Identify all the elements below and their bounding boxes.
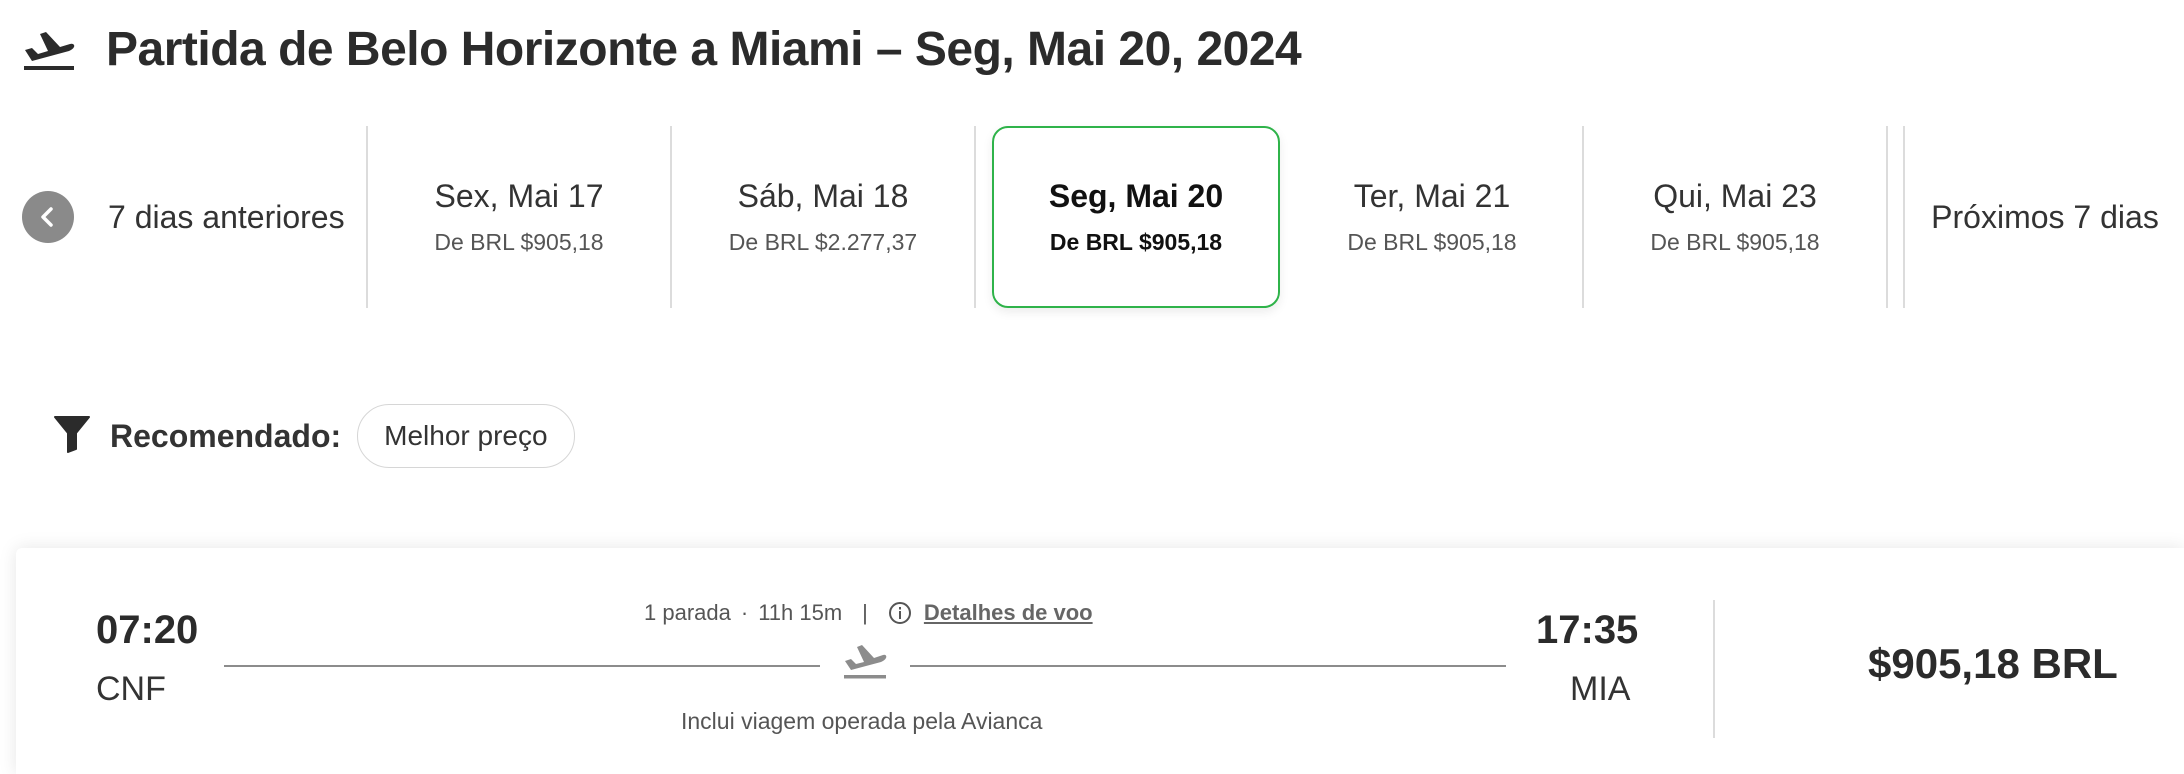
date-label: Qui, Mai 23 <box>1653 178 1817 214</box>
date-option-mai-23[interactable]: Qui, Mai 23 De BRL $905,18 <box>1584 126 1886 308</box>
date-option-mai-17[interactable]: Sex, Mai 17 De BRL $905,18 <box>368 126 670 308</box>
flight-duration: 11h 15m <box>758 600 843 625</box>
date-option-mai-18[interactable]: Sáb, Mai 18 De BRL $2.277,37 <box>672 126 974 308</box>
dot-separator: · <box>740 600 749 625</box>
date-selector: 7 dias anteriores Sex, Mai 17 De BRL $90… <box>0 126 2184 308</box>
date-label: Sáb, Mai 18 <box>737 178 909 214</box>
chevron-left-icon <box>22 191 74 243</box>
divider <box>1713 600 1715 738</box>
flight-result-card[interactable]: 07:20 CNF 1 parada · 11h 15m | Detalhes … <box>16 548 2184 774</box>
departure-time: 07:20 <box>96 608 199 652</box>
operated-by-note: Inclui viagem operada pela Avianca <box>681 708 1043 734</box>
date-price: De BRL $905,18 <box>1049 229 1223 255</box>
previous-7-days-label: 7 dias anteriores <box>108 198 345 235</box>
sort-best-price-chip[interactable]: Melhor preço <box>357 404 575 468</box>
flight-price: $905,18 BRL <box>1868 640 2118 687</box>
date-price: De BRL $2.277,37 <box>728 229 918 255</box>
flight-details-link[interactable]: Detalhes de voo <box>924 600 1093 626</box>
page-title: Partida de Belo Horizonte a Miami – Seg,… <box>106 22 1302 76</box>
date-label: Seg, Mai 20 <box>1048 178 1224 214</box>
stops-count: 1 parada <box>644 600 731 625</box>
arrival-time: 17:35 <box>1536 608 1639 652</box>
date-option-mai-21[interactable]: Ter, Mai 21 De BRL $905,18 <box>1282 126 1582 308</box>
airplane-departure-icon <box>842 640 888 680</box>
date-label: Ter, Mai 21 <box>1353 178 1511 214</box>
route-line-left <box>224 665 820 667</box>
departure-airport-code: CNF <box>96 670 166 708</box>
date-price: De BRL $905,18 <box>1347 229 1517 255</box>
date-label: Sex, Mai 17 <box>434 178 604 214</box>
divider <box>1903 126 1905 308</box>
sort-label: Recomendado: <box>110 417 342 454</box>
flight-summary: 1 parada · 11h 15m | Detalhes de voo <box>644 596 1093 630</box>
date-price: De BRL $905,18 <box>1650 229 1820 255</box>
divider <box>974 126 976 308</box>
next-7-days-button[interactable]: Próximos 7 dias <box>1906 126 2184 308</box>
date-price: De BRL $905,18 <box>434 229 604 255</box>
info-icon <box>888 600 914 626</box>
divider <box>1886 126 1888 308</box>
sort-filter: Recomendado: Melhor preço <box>54 404 575 468</box>
page-header: Partida de Belo Horizonte a Miami – Seg,… <box>22 18 1302 80</box>
route-line-right <box>910 665 1506 667</box>
pipe-separator: | <box>862 600 868 625</box>
filter-icon <box>54 415 90 458</box>
previous-7-days-button[interactable]: 7 dias anteriores <box>22 126 367 308</box>
airplane-departure-icon <box>22 24 78 74</box>
arrival-airport-code: MIA <box>1570 670 1631 708</box>
date-option-mai-20-selected[interactable]: Seg, Mai 20 De BRL $905,18 <box>992 126 1280 308</box>
